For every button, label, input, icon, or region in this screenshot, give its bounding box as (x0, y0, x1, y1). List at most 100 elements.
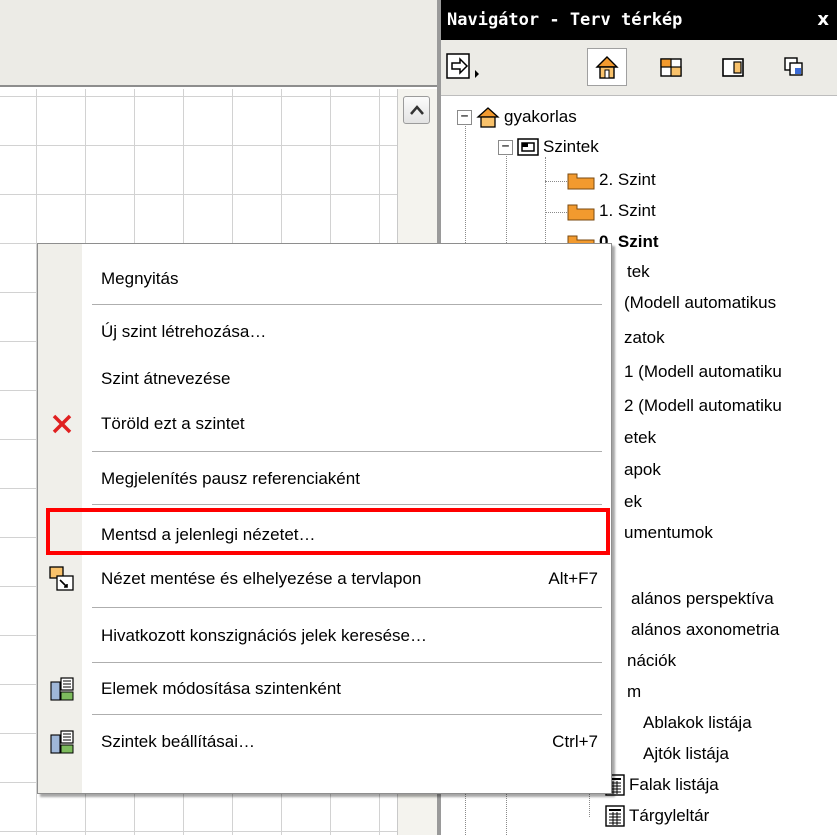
view-map-icon (660, 58, 682, 77)
menu-item-delete-story[interactable]: Töröld ezt a szintet (38, 403, 611, 445)
menu-item-edit-elements-by-story[interactable]: Elemek módosítása szintenként (38, 668, 611, 710)
tree-item-story[interactable]: 2. Szint (567, 165, 656, 195)
menu-separator (92, 304, 602, 305)
project-map-button[interactable] (587, 48, 627, 86)
house-icon (595, 56, 619, 79)
navigator-menu-button[interactable] (445, 48, 485, 86)
schedule-icon (605, 805, 625, 827)
menu-item-new-story[interactable]: Új szint létrehozása… (38, 311, 611, 353)
tree-label: Falak listája (629, 775, 719, 794)
collapse-toggle[interactable]: − (457, 109, 472, 125)
tree-guide-line (545, 181, 567, 182)
menu-item-find-markers[interactable]: Hivatkozott konszignációs jelek keresése… (38, 615, 611, 657)
tree-item[interactable]: tek (627, 257, 650, 287)
tree-item[interactable]: etek (624, 423, 656, 453)
menu-separator (92, 607, 602, 608)
scroll-up-button[interactable] (403, 96, 430, 124)
menu-item-open[interactable]: Megnyitás (38, 258, 611, 300)
collapse-toggle[interactable]: − (498, 139, 513, 155)
tree-item[interactable]: zatok (624, 323, 665, 353)
tree-item[interactable]: Falak listája (605, 770, 719, 800)
delete-x-icon (49, 411, 75, 437)
tree-item-story[interactable]: 1. Szint (567, 196, 656, 226)
menu-item-label: Mentsd a jelenlegi nézetet… (101, 525, 316, 544)
tree-item[interactable]: Tárgyleltár (605, 801, 709, 831)
layout-book-button[interactable] (713, 48, 753, 86)
tree-label: 2. Szint (599, 170, 656, 189)
navigator-toolbar (441, 40, 837, 96)
story-settings-icon (49, 729, 75, 755)
tree-item[interactable]: nációk (627, 646, 676, 676)
tree-label: (Modell automatikus (624, 293, 777, 312)
menu-item-save-current-view[interactable]: Mentsd a jelenlegi nézetet… (38, 514, 611, 556)
menu-item-story-settings[interactable]: Szintek beállításai… Ctrl+7 (38, 721, 611, 763)
menu-separator (92, 451, 602, 452)
tree-item[interactable]: apok (624, 455, 661, 485)
tree-item[interactable]: (Modell automatikus (624, 288, 776, 318)
tree-label: Ablakok listája (643, 713, 752, 732)
publisher-button[interactable] (774, 48, 814, 86)
menu-separator (92, 504, 602, 505)
save-place-view-icon (49, 566, 75, 592)
menu-item-label: Megnyitás (101, 269, 179, 288)
menu-item-label: Nézet mentése és elhelyezése a tervlapon (101, 569, 422, 588)
tree-item[interactable]: 2 (Modell automatiku (624, 391, 782, 421)
tree-label: ek (624, 492, 642, 511)
tree-label: m (627, 682, 642, 701)
tree-label: alános perspektíva (631, 589, 774, 608)
tree-label: gyakorlas (504, 107, 577, 126)
navigator-title-text: Navigátor - Terv térkép (447, 10, 683, 30)
menu-item-label: Új szint létrehozása… (101, 322, 267, 341)
menu-item-shortcut: Alt+F7 (548, 569, 598, 588)
arrow-up-icon (409, 105, 424, 115)
menu-item-show-trace-reference[interactable]: Megjelenítés pausz referenciaként (38, 458, 611, 500)
menu-item-shortcut: Ctrl+7 (552, 732, 598, 751)
tree-item-stories[interactable]: − Szintek (498, 132, 599, 162)
tree-item-project[interactable]: − gyakorlas (457, 102, 577, 132)
close-icon[interactable]: x (817, 0, 829, 40)
tree-label: nációk (627, 651, 677, 670)
arrow-menu-icon (446, 53, 479, 79)
menu-item-label: Szint átnevezése (101, 369, 231, 388)
context-menu: Megnyitás Új szint létrehozása… Szint át… (37, 243, 612, 794)
menu-item-rename-story[interactable]: Szint átnevezése (38, 358, 611, 400)
tree-label: alános axonometria (631, 620, 780, 639)
tree-label: Tárgyleltár (629, 806, 710, 825)
tree-label: apok (624, 460, 661, 479)
navigator-title: Navigátor - Terv térkép x (441, 0, 837, 40)
menu-item-label: Hivatkozott konszignációs jelek keresése… (101, 626, 427, 645)
story-elements-icon (49, 676, 75, 702)
menu-separator (92, 714, 602, 715)
tree-item[interactable]: alános perspektíva (631, 584, 774, 614)
tree-item[interactable]: Ablakok listája (643, 708, 752, 738)
tree-item[interactable]: 1 (Modell automatiku (624, 357, 782, 387)
tree-label: 1 (Modell automatiku (624, 362, 782, 381)
house-icon (476, 107, 500, 128)
story-icon (567, 204, 595, 221)
tree-label: 1. Szint (599, 201, 656, 220)
stories-folder-icon (517, 138, 539, 156)
tree-label: Ajtók listája (643, 744, 729, 763)
tree-label: tek (627, 262, 650, 281)
tree-label: etek (624, 428, 657, 447)
menu-item-save-and-place-view[interactable]: Nézet mentése és elhelyezése a tervlapon… (38, 558, 611, 600)
view-map-button[interactable] (651, 48, 691, 86)
tree-item[interactable]: umentumok (624, 518, 713, 548)
left-toolbar (0, 0, 437, 87)
tree-label: umentumok (624, 523, 713, 542)
menu-item-label: Elemek módosítása szintenként (101, 679, 342, 698)
menu-item-label: Töröld ezt a szintet (101, 414, 245, 433)
tree-label: zatok (624, 328, 665, 347)
tree-label: Szintek (543, 137, 599, 156)
tree-item[interactable]: Ajtók listája (643, 739, 729, 769)
tree-item[interactable]: m (627, 677, 641, 707)
menu-item-label: Szintek beállításai… (101, 732, 256, 751)
tree-item[interactable]: ek (624, 487, 642, 517)
tree-item[interactable]: alános axonometria (631, 615, 779, 645)
layout-book-icon (722, 58, 744, 77)
publisher-icon (784, 57, 803, 76)
menu-separator (92, 662, 602, 663)
menu-item-label: Megjelenítés pausz referenciaként (101, 469, 360, 488)
tree-label: 2 (Modell automatiku (624, 396, 782, 415)
story-icon (567, 173, 595, 190)
